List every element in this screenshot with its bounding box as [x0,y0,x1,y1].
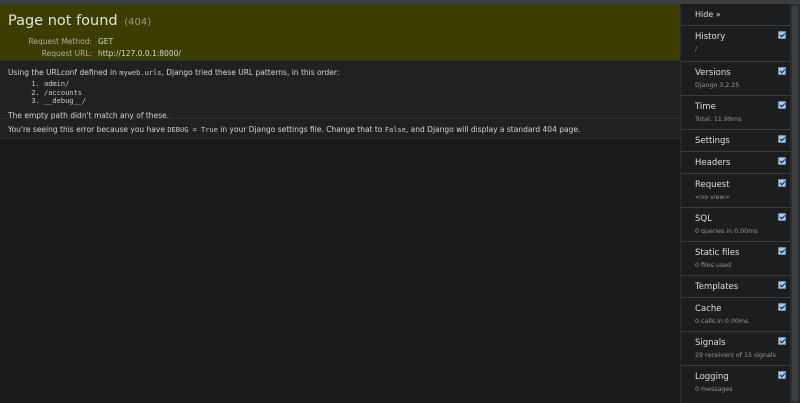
panel-subtitle: 0 calls in 0.00ms [695,318,749,325]
panel-label: Logging [695,372,729,382]
info-section: Using the URLconf defined in myweb.urls,… [0,61,680,120]
error-page: Page not found (404) Request Method: GET… [0,4,680,403]
panel-toggle-checkbox[interactable] [778,31,786,39]
urlconf-name: myweb.urls [119,69,162,77]
panel-subtitle: / [695,46,698,53]
explanation-mid: in your Django settings file. Change tha… [217,125,385,134]
request-method-row: Request Method: GET [8,36,672,48]
panel-label: Headers [695,158,731,168]
panel-logging[interactable]: Logging 0 messages [681,366,790,396]
summary-header: Page not found (404) Request Method: GET… [0,4,680,61]
panel-history[interactable]: History / [681,26,790,62]
url-pattern: __debug__/ [44,97,672,106]
panel-cache[interactable]: Cache 0 calls in 0.00ms [681,298,790,332]
explanation-post: , and Django will display a standard 404… [405,125,581,134]
scrollbar-thumb[interactable] [792,6,798,401]
panel-label: Templates [695,282,739,292]
page-title-text: Page not found [8,13,118,29]
panel-toggle-checkbox[interactable] [778,213,786,221]
panel-label: History [695,32,726,42]
panel-templates[interactable]: Templates [681,276,790,298]
urlconf-intro: Using the URLconf defined in myweb.urls,… [8,67,672,79]
panel-subtitle: 0 queries in 0.00ms [695,228,758,235]
panel-toggle-checkbox[interactable] [778,337,786,345]
panel-toggle-checkbox[interactable] [778,281,786,289]
panel-toggle-checkbox[interactable] [778,135,786,143]
panel-toggle-checkbox[interactable] [778,371,786,379]
panel-subtitle: <no view> [695,194,730,201]
url-patterns-list: admin/ /accounts __debug__/ [44,80,672,106]
panel-sql[interactable]: SQL 0 queries in 0.00ms [681,208,790,242]
panel-toggle-checkbox[interactable] [778,247,786,255]
intro-pre: Using the URLconf defined in [8,68,120,77]
panel-static-files[interactable]: Static files 0 files used [681,242,790,276]
request-method-label: Request Method: [28,37,92,46]
panel-request[interactable]: Request <no view> [681,174,790,208]
panel-label: Versions [695,68,731,78]
page-title: Page not found (404) [8,12,672,32]
panel-subtitle: Django 3.2.25 [695,82,740,89]
explanation-pre: You're seeing this error because you hav… [8,125,168,134]
panel-label: Cache [695,304,722,314]
panel-versions[interactable]: Versions Django 3.2.25 [681,62,790,96]
url-pattern: /accounts [44,89,672,98]
request-meta: Request Method: GET Request URL: http://… [8,36,672,60]
panel-subtitle: 0 files used [695,262,732,269]
panel-label: Time [695,102,716,112]
request-url-row: Request URL: http://127.0.0.1:8000/ [8,48,672,60]
panel-subtitle: Total: 11.99ms [695,116,742,123]
explanation-section: You're seeing this error because you hav… [0,119,680,139]
panel-signals[interactable]: Signals 29 receivers of 15 signals [681,332,790,366]
toolbar-scrollbar[interactable] [790,4,800,403]
panel-toggle-checkbox[interactable] [778,303,786,311]
panel-toggle-checkbox[interactable] [778,157,786,165]
explanation-text: You're seeing this error because you hav… [8,124,672,136]
panel-label: Settings [695,136,730,146]
request-method-value: GET [98,37,114,46]
request-url-value: http://127.0.0.1:8000/ [98,49,181,58]
panel-settings[interactable]: Settings [681,130,790,152]
debug-toolbar: Hide » History / Versions Django 3.2.25 … [680,4,790,403]
false-value: False [384,126,406,134]
intro-post: , Django tried these URL patterns, in th… [161,68,340,77]
panel-toggle-checkbox[interactable] [778,179,786,187]
panel-subtitle: 29 receivers of 15 signals [695,352,776,359]
url-pattern: admin/ [44,80,672,89]
request-url-label: Request URL: [41,49,92,58]
panel-toggle-checkbox[interactable] [778,67,786,75]
debug-setting: DEBUG = True [167,126,218,134]
panel-toggle-checkbox[interactable] [778,101,786,109]
status-code: (404) [124,17,152,28]
panel-label: Static files [695,248,740,258]
panel-headers[interactable]: Headers [681,152,790,174]
panel-label: Signals [695,338,726,348]
panel-subtitle: 0 messages [695,386,733,393]
hide-toolbar-button[interactable]: Hide » [681,4,790,26]
panel-label: Request [695,180,730,190]
panel-time[interactable]: Time Total: 11.99ms [681,96,790,130]
panel-label: SQL [695,214,712,224]
